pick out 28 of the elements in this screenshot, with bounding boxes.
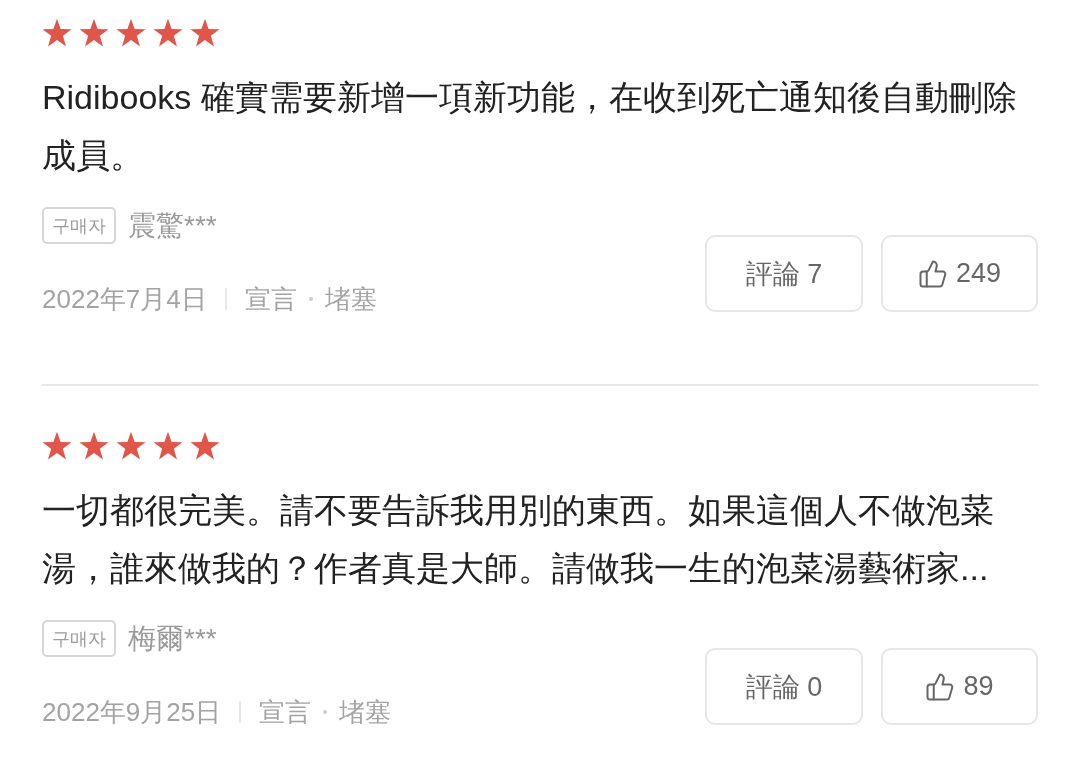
thumbs-up-icon xyxy=(917,258,948,289)
review-date: 2022年7月4日 xyxy=(42,282,207,316)
review-tag: 堵塞 xyxy=(324,281,377,317)
reviewer-name: 梅爾*** xyxy=(128,622,217,656)
thumbs-up-icon xyxy=(925,671,956,702)
review-text: Ridibooks 確實需要新增一項新功能，在收到死亡通知後自動刪除成員。 xyxy=(42,77,1018,176)
star-icon xyxy=(190,18,220,48)
reviewer-name: 震驚*** xyxy=(128,209,217,243)
review-tag: 宣言 xyxy=(244,281,297,317)
star-icon xyxy=(42,431,72,461)
buyer-badge: 구매자 xyxy=(42,207,116,244)
comment-button[interactable]: 評論 0 xyxy=(705,648,863,725)
review-tag: 宣言 xyxy=(259,694,312,730)
star-icon xyxy=(190,431,220,461)
star-icon xyxy=(79,431,109,461)
comment-button[interactable]: 評論 7 xyxy=(705,235,863,312)
review-tag: 堵塞 xyxy=(339,694,392,730)
like-button[interactable]: 89 xyxy=(881,648,1038,725)
star-icon xyxy=(79,18,109,48)
star-icon xyxy=(116,18,146,48)
star-icon xyxy=(153,18,183,48)
star-icon xyxy=(116,431,146,461)
star-icon xyxy=(153,431,183,461)
like-button[interactable]: 249 xyxy=(881,235,1038,312)
star-icon xyxy=(42,18,72,48)
review-text: 一切都很完美。請不要告訴我用別的東西。如果這個人不做泡菜湯，誰來做我的？作者真是大師。請做我一生的泡菜湯藝術家... xyxy=(42,490,995,589)
review-date: 2022年9月25日 xyxy=(42,695,222,729)
buyer-badge: 구매자 xyxy=(42,620,116,657)
